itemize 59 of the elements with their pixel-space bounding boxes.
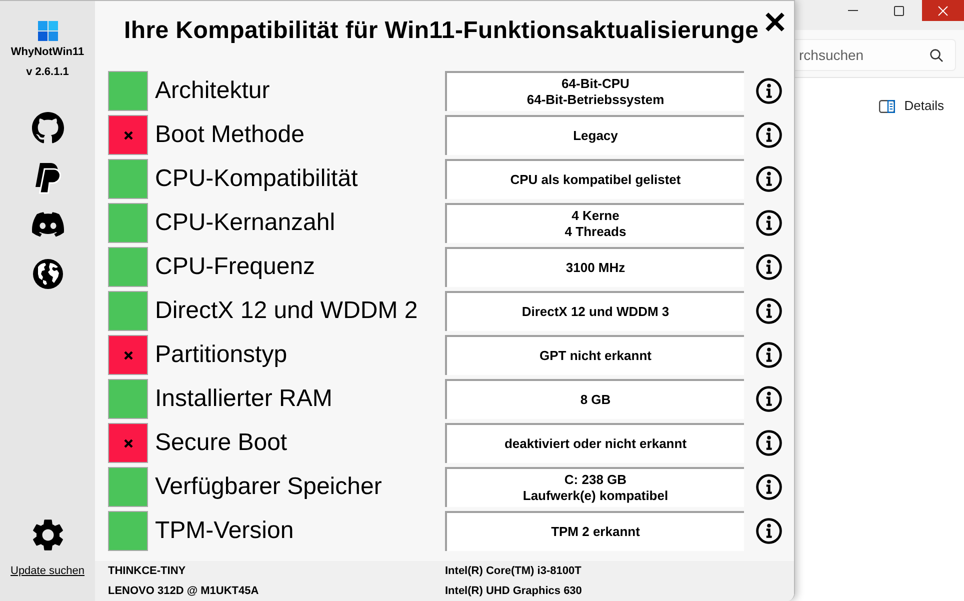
app-name: WhyNotWin11 xyxy=(10,45,84,59)
check-label: Secure Boot xyxy=(155,429,288,457)
result-display: Legacy xyxy=(445,115,744,155)
check-label: Boot Methode xyxy=(155,121,306,149)
result-display: C: 238 GB Laufwerk(e) kompatibel xyxy=(445,467,744,507)
github-icon[interactable] xyxy=(32,112,64,144)
cross-icon xyxy=(124,438,132,448)
result-display: deaktiviert oder nicht erkannt xyxy=(445,423,744,463)
discord-icon[interactable] xyxy=(32,212,64,237)
result-display: CPU als kompatibel gelistet xyxy=(445,159,744,199)
details-pane-icon xyxy=(879,100,896,112)
check-label: CPU-Kompatibilität xyxy=(155,165,359,193)
globe-icon[interactable] xyxy=(32,258,64,290)
result-display: 4 Kerne 4 Threads xyxy=(445,203,744,243)
check-label: Architektur xyxy=(155,77,271,105)
details-button[interactable]: Details xyxy=(879,92,944,120)
close-icon xyxy=(938,6,948,16)
update-link[interactable]: Update suchen xyxy=(10,564,84,578)
check-label: Installierter RAM xyxy=(155,385,334,413)
info-icon[interactable] xyxy=(756,210,782,236)
cpu-name: Intel(R) Core(TM) i3-8100T xyxy=(445,564,582,579)
info-icon[interactable] xyxy=(756,78,782,104)
result-display: 8 GB xyxy=(445,379,744,419)
check-label: Partitionstyp xyxy=(155,341,288,369)
window-title: Ihre Kompatibilität für Win11-Funktionsaktualisierunge xyxy=(124,16,759,46)
cross-icon xyxy=(124,350,132,360)
search-icon xyxy=(930,49,943,62)
search-field[interactable]: rchsuchen xyxy=(795,39,956,71)
info-icon[interactable] xyxy=(756,518,782,544)
gpu-name: Intel(R) UHD Graphics 630 xyxy=(445,584,583,599)
check-label: DirectX 12 und WDDM 2 xyxy=(155,297,419,325)
result-display: GPT nicht erkannt xyxy=(445,335,744,375)
info-icon[interactable] xyxy=(756,254,782,280)
close-button[interactable] xyxy=(763,10,787,34)
app-version: v 2.6.1.1 xyxy=(26,65,69,79)
info-icon[interactable] xyxy=(756,166,782,192)
app-logo-icon xyxy=(38,21,58,41)
settings-icon[interactable] xyxy=(32,519,64,551)
check-label: CPU-Frequenz xyxy=(155,253,316,281)
result-display: DirectX 12 und WDDM 3 xyxy=(445,291,744,331)
close-icon xyxy=(764,11,786,33)
info-icon[interactable] xyxy=(756,298,782,324)
result-display: TPM 2 erkannt xyxy=(445,511,744,551)
info-icon[interactable] xyxy=(756,122,782,148)
info-icon[interactable] xyxy=(756,342,782,368)
motherboard-name: LENOVO 312D @ M1UKT45A xyxy=(108,584,260,599)
check-label: TPM-Version xyxy=(155,517,295,545)
check-label: CPU-Kernanzahl xyxy=(155,209,336,237)
check-label: Verfügbarer Speicher xyxy=(155,473,383,501)
result-display: 3100 MHz xyxy=(445,247,744,287)
info-icon[interactable] xyxy=(756,430,782,456)
info-icon[interactable] xyxy=(756,386,782,412)
cross-icon xyxy=(124,130,132,140)
result-display: 64-Bit-CPU 64-Bit-Betriebssystem xyxy=(445,71,744,111)
maximize-icon xyxy=(894,6,904,16)
close-window-button[interactable] xyxy=(922,0,964,21)
minimize-icon xyxy=(848,10,858,11)
info-icon[interactable] xyxy=(756,474,782,500)
computer-name: THINKCE-TINY xyxy=(108,564,187,579)
